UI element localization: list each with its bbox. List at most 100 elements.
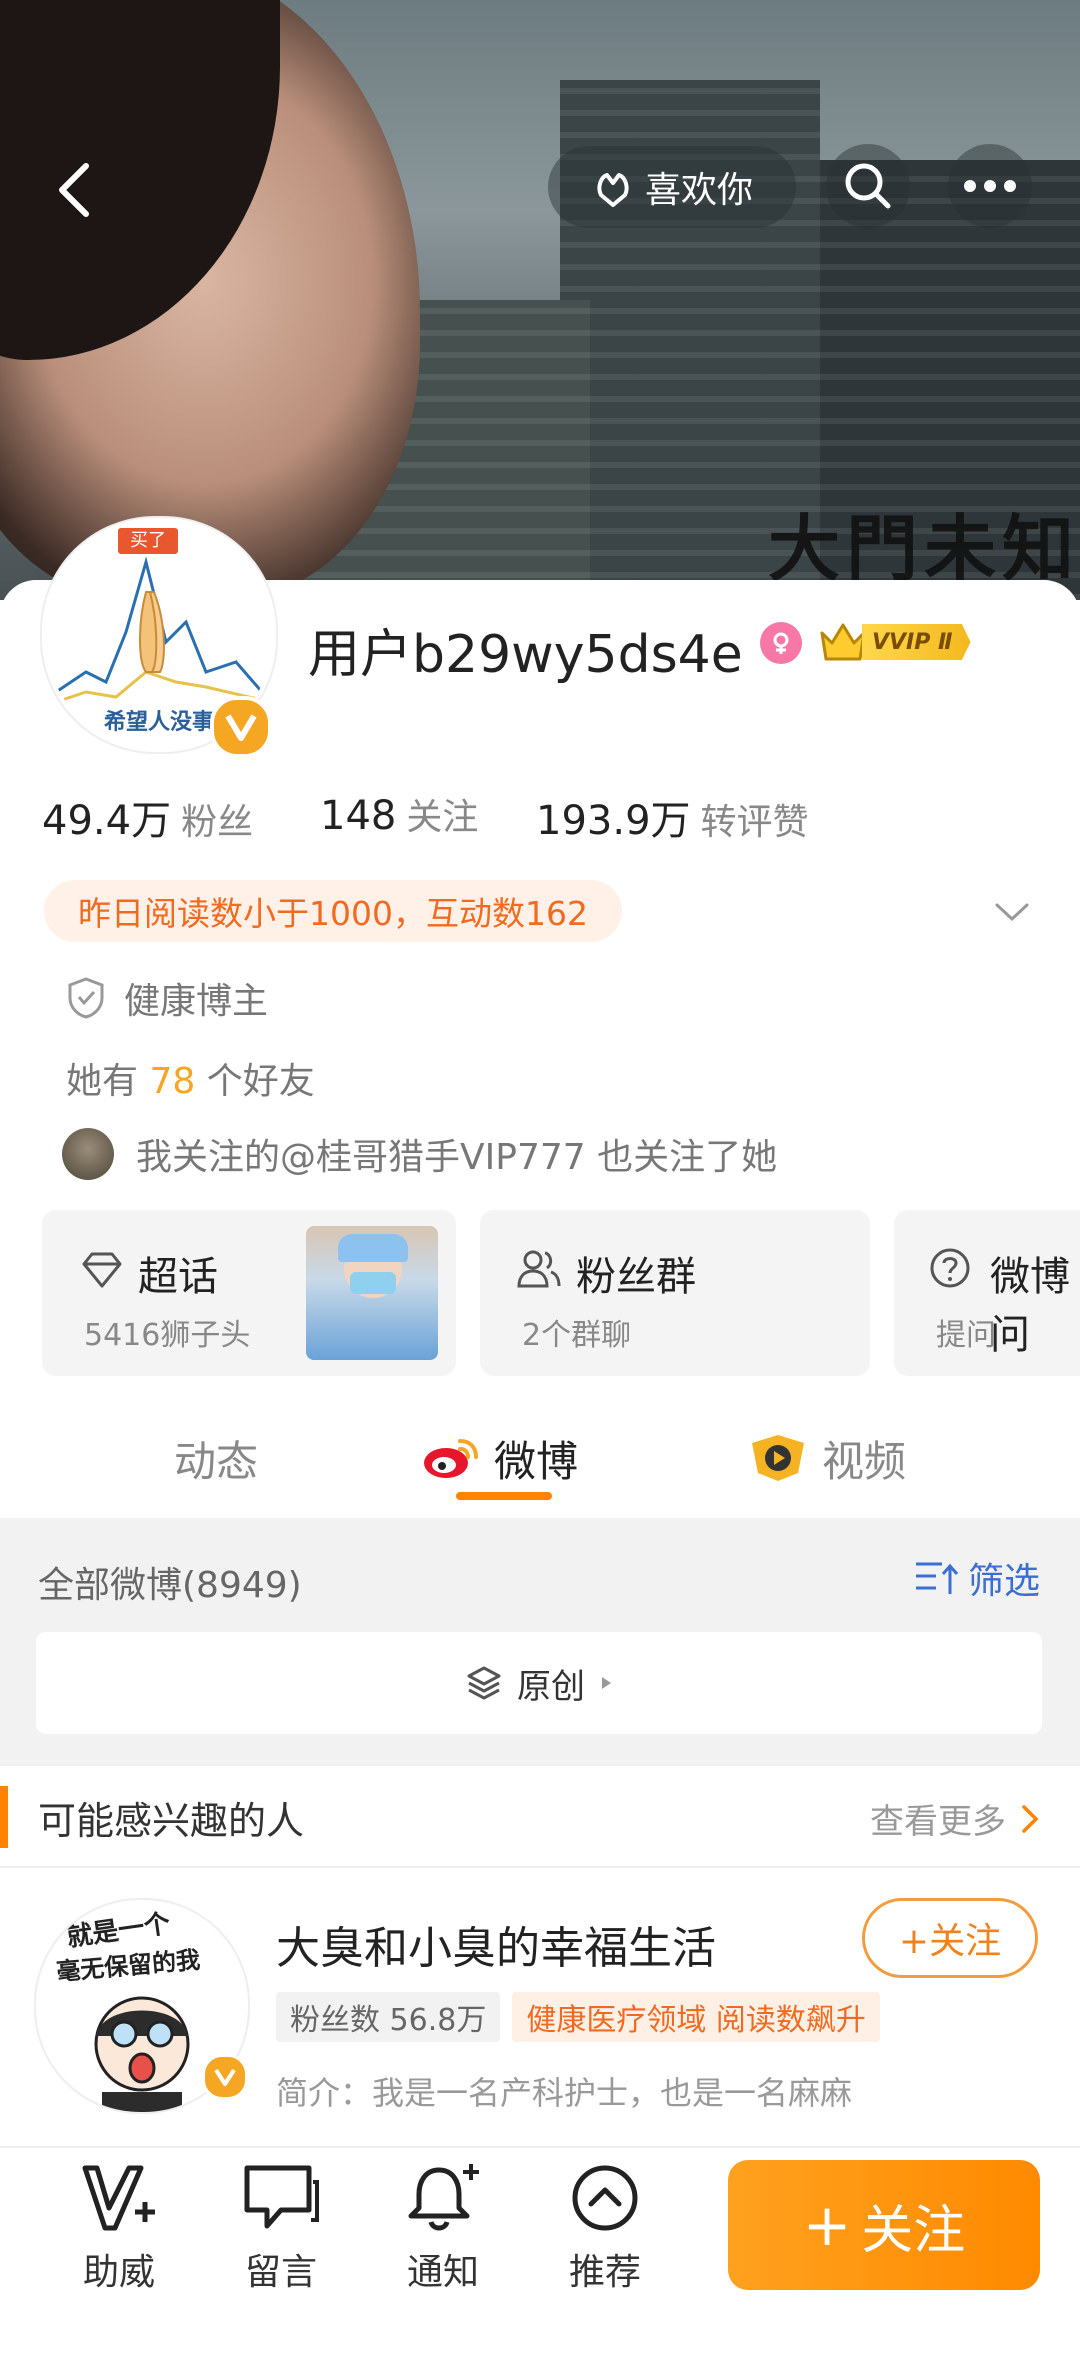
- vip-label: VVIP Ⅱ: [862, 624, 971, 660]
- see-more-label: 查看更多: [870, 1802, 1006, 1842]
- fan-group-title: 粉丝群: [576, 1254, 696, 1300]
- weibo-logo-icon: [424, 1439, 478, 1478]
- comment-bubble-icon: [244, 2165, 319, 2229]
- super-topic-title: 超话: [138, 1254, 218, 1300]
- category-label: 健康博主: [124, 981, 269, 1022]
- recommend-title: 可能感兴趣的人: [38, 1799, 305, 1843]
- friends-count: 78: [149, 1061, 196, 1102]
- bell-plus-icon: [408, 2164, 479, 2231]
- recommend-tags: 粉丝数 56.8万 健康医疗领域 阅读数飙升: [276, 1992, 880, 2042]
- fans-count: 49.4万: [42, 798, 172, 844]
- video-play-icon: [752, 1435, 804, 1481]
- recommend-label: 推荐: [568, 2252, 641, 2293]
- engagement-label: 转评赞: [700, 802, 809, 843]
- recommend-header: 可能感兴趣的人 查看更多: [0, 1766, 1080, 1868]
- mutual-avatar: [62, 1128, 114, 1180]
- filter-sort-icon: [916, 1562, 959, 1594]
- see-more-link[interactable]: 查看更多: [870, 1794, 1040, 1843]
- read-stats-notice: 昨日阅读数小于1000，互动数162: [44, 880, 622, 942]
- fan-group-tile[interactable]: 粉丝群 2个群聊: [480, 1210, 870, 1376]
- fan-group-subtitle: 2个群聊: [522, 1318, 632, 1353]
- super-topic-subtitle: 5416狮子头: [84, 1318, 251, 1353]
- following-stat[interactable]: 148 关注: [320, 788, 478, 840]
- notify-button[interactable]: 通知: [378, 2162, 508, 2295]
- fans-label: 粉丝: [181, 802, 254, 843]
- vip-badge[interactable]: VVIP Ⅱ: [818, 618, 971, 666]
- like-you-label: 喜欢你: [644, 170, 753, 211]
- follow-button[interactable]: + 关注: [728, 2160, 1040, 2290]
- like-you-button[interactable]: 喜欢你: [548, 146, 796, 228]
- recommend-intro: 简介：我是一名产科护士，也是一名麻麻: [276, 2074, 853, 2112]
- category-row: 健康博主: [66, 972, 268, 1024]
- original-filter-button[interactable]: 原创: [36, 1632, 1042, 1734]
- weibo-ask-tile[interactable]: 微博问 提问: [894, 1210, 1080, 1376]
- following-label: 关注: [406, 797, 479, 838]
- message-label: 留言: [244, 2252, 317, 2293]
- notify-label: 通知: [406, 2252, 479, 2293]
- friends-prefix: 她有: [66, 1061, 139, 1102]
- tab-video[interactable]: 视频: [748, 1398, 906, 1518]
- tab-video-label: 视频: [822, 1436, 907, 1486]
- tab-weibo-label: 微博: [494, 1436, 579, 1486]
- weibo-ask-title: 微博问: [990, 1254, 1070, 1358]
- layers-icon: [467, 1666, 501, 1700]
- recommend-name[interactable]: 大臭和小臭的幸福生活: [276, 1912, 716, 1976]
- back-button[interactable]: [34, 150, 114, 230]
- recommend-card[interactable]: 就是一个 毫无保留的我 大臭和小臭的幸福生活 粉丝数 56.8万 健康医疗领域 …: [0, 1868, 1080, 2146]
- chevron-down-icon: [995, 903, 1029, 922]
- all-weibo-count: 全部微博(8949): [38, 1565, 302, 1606]
- friends-suffix: 个好友: [206, 1061, 315, 1102]
- cartoon-swimmer-image: [94, 1996, 190, 2112]
- back-arrow-icon: [59, 163, 89, 217]
- super-topic-tile[interactable]: 超话 5416狮子头: [42, 1210, 456, 1376]
- active-tab-indicator: [456, 1492, 552, 1500]
- follow-label: 关注: [861, 2200, 966, 2261]
- super-topic-thumbnail: [306, 1226, 438, 1360]
- expand-button[interactable]: [990, 890, 1034, 934]
- fans-stat[interactable]: 49.4万 粉丝: [42, 788, 253, 846]
- message-button[interactable]: 留言: [216, 2162, 346, 2295]
- mutual-text: 我关注的@桂哥猎手VIP777 也关注了她: [136, 1137, 778, 1178]
- more-button[interactable]: [948, 144, 1032, 228]
- following-count: 148: [320, 793, 397, 839]
- friends-row[interactable]: 她有 78 个好友: [66, 1052, 315, 1104]
- original-label: 原创: [517, 1666, 585, 1707]
- filter-button[interactable]: 筛选: [914, 1552, 1040, 1604]
- recommend-verified-badge: [202, 2054, 248, 2100]
- recommend-follow-button[interactable]: +关注: [862, 1898, 1038, 1978]
- cheer-button[interactable]: 助威: [54, 2162, 184, 2295]
- filter-label: 筛选: [968, 1561, 1041, 1602]
- v-plus-icon: [82, 2165, 155, 2231]
- question-icon: [930, 1248, 970, 1288]
- search-icon: [845, 163, 891, 209]
- profile-tabs: 动态 微博 视频: [0, 1398, 1080, 1518]
- cheer-label: 助威: [82, 2252, 155, 2293]
- engagement-count: 193.9万: [536, 798, 691, 844]
- engagement-stat[interactable]: 193.9万 转评赞: [536, 788, 809, 846]
- username: 用户b29wy5ds4e: [308, 625, 743, 685]
- search-button[interactable]: [826, 144, 910, 228]
- weibo-ask-subtitle: 提问: [936, 1318, 996, 1353]
- tab-dynamic-label: 动态: [174, 1436, 259, 1486]
- tab-weibo[interactable]: 微博: [422, 1398, 578, 1518]
- female-gender-icon: [760, 622, 802, 664]
- tab-dynamic[interactable]: 动态: [174, 1398, 258, 1518]
- mutual-follow-row[interactable]: 我关注的@桂哥猎手VIP777 也关注了她: [62, 1128, 777, 1180]
- shield-check-icon: [68, 977, 104, 1019]
- caret-right-icon: [602, 1677, 611, 1689]
- crown-icon: [820, 623, 866, 661]
- group-people-icon: [517, 1250, 561, 1288]
- verified-v-icon: [214, 2068, 236, 2086]
- diamond-icon: [82, 1252, 122, 1288]
- plus-icon: +: [802, 2191, 852, 2259]
- verified-badge: [210, 696, 272, 758]
- chevron-up-circle-icon: [572, 2165, 638, 2231]
- heart-hands-icon: [597, 173, 629, 207]
- fans-count-tag: 粉丝数 56.8万: [276, 1992, 501, 2042]
- section-accent-bar: [0, 1786, 8, 1848]
- field-tag: 健康医疗领域 阅读数飙升: [512, 1992, 880, 2042]
- chevron-right-icon: [1022, 1804, 1039, 1833]
- recommend-button[interactable]: 推荐: [540, 2162, 670, 2295]
- more-dots-icon: [964, 180, 1016, 192]
- avatar-top-text: 买了: [130, 530, 166, 551]
